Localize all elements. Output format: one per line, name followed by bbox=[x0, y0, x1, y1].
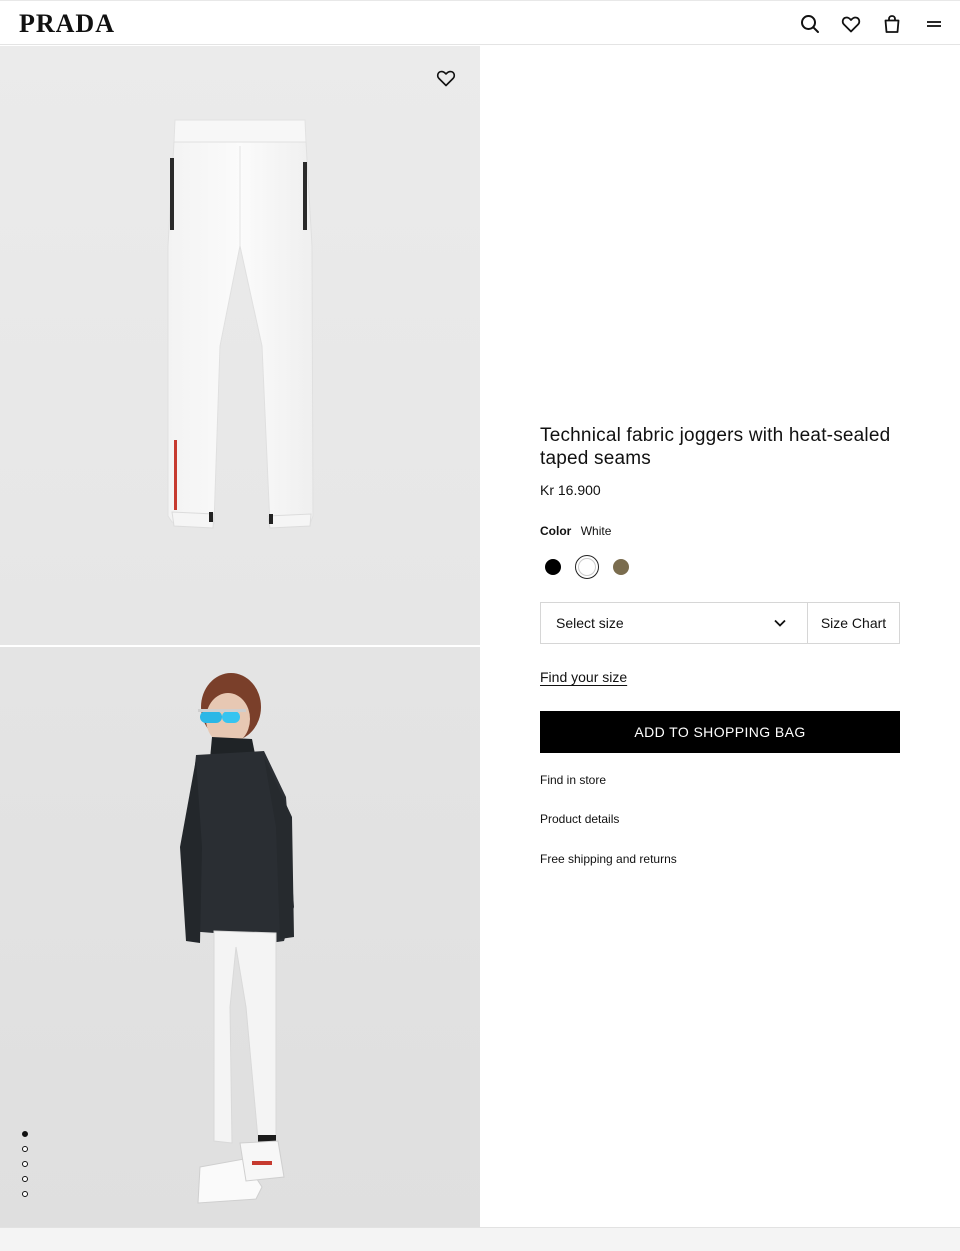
joggers-illustration bbox=[167, 119, 314, 529]
product-image-model[interactable] bbox=[0, 647, 480, 1227]
menu-icon[interactable] bbox=[923, 13, 945, 35]
gallery-dot-5[interactable] bbox=[22, 1191, 28, 1197]
footer-strip bbox=[0, 1227, 960, 1251]
gallery-dot-4[interactable] bbox=[22, 1176, 28, 1182]
heart-icon[interactable] bbox=[840, 13, 862, 35]
site-header: PRADA bbox=[0, 0, 960, 45]
swatch-black[interactable] bbox=[541, 555, 565, 579]
product-price: Kr 16.900 bbox=[540, 482, 601, 498]
gallery-dot-2[interactable] bbox=[22, 1146, 28, 1152]
size-select[interactable]: Select size bbox=[540, 602, 807, 644]
color-label: Color bbox=[540, 524, 572, 538]
size-row: Select size Size Chart bbox=[540, 602, 900, 644]
find-your-size-link[interactable]: Find your size bbox=[540, 669, 627, 685]
prada-logo[interactable]: PRADA bbox=[19, 10, 115, 38]
add-to-bag-button[interactable]: ADD TO SHOPPING BAG bbox=[540, 711, 900, 753]
size-select-label: Select size bbox=[556, 615, 624, 631]
search-icon[interactable] bbox=[799, 13, 821, 35]
color-row: Color White bbox=[540, 524, 900, 538]
product-details-link[interactable]: Product details bbox=[540, 812, 619, 826]
find-in-store-link[interactable]: Find in store bbox=[540, 773, 606, 787]
product-info: Technical fabric joggers with heat-seale… bbox=[540, 424, 900, 866]
chevron-down-icon bbox=[774, 619, 786, 627]
product-image-joggers[interactable] bbox=[0, 46, 480, 645]
swatch-white[interactable] bbox=[575, 555, 599, 579]
color-value: White bbox=[580, 524, 612, 538]
swatch-olive[interactable] bbox=[609, 555, 633, 579]
gallery-dot-1[interactable] bbox=[22, 1131, 28, 1137]
gallery-pagination bbox=[22, 1131, 30, 1206]
model-illustration bbox=[180, 673, 294, 1204]
color-swatches bbox=[540, 555, 900, 579]
bag-icon[interactable] bbox=[881, 13, 903, 35]
gallery-dot-3[interactable] bbox=[22, 1161, 28, 1167]
shipping-returns-link[interactable]: Free shipping and returns bbox=[540, 852, 677, 866]
wishlist-heart-icon[interactable] bbox=[436, 68, 456, 88]
size-chart-button[interactable]: Size Chart bbox=[807, 602, 900, 644]
product-title: Technical fabric joggers with heat-seale… bbox=[540, 425, 891, 469]
